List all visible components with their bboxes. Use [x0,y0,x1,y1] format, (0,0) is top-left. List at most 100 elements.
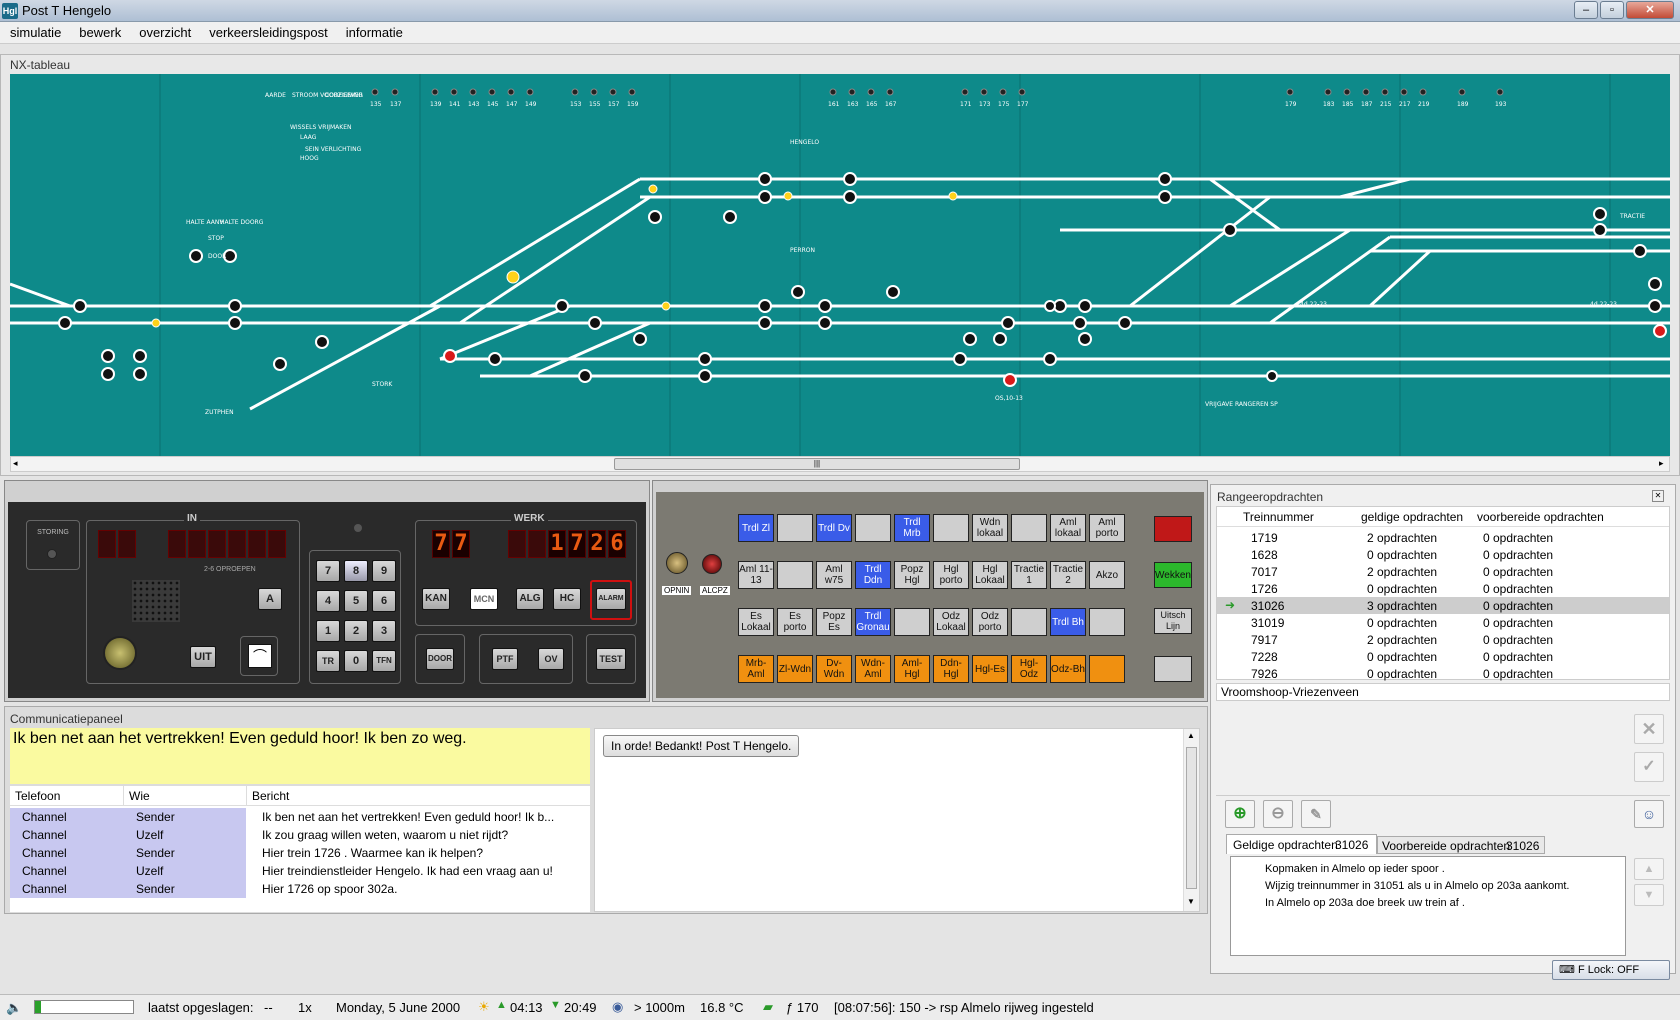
track-button[interactable]: Trdl Gronau [855,608,891,636]
track-button[interactable]: Trdl Ddn [855,561,891,589]
rangeer-row[interactable]: 31019 0 opdrachten 0 opdrachten [1217,614,1669,631]
menu-informatie[interactable]: informatie [336,22,411,40]
reject-x-icon[interactable]: ✕ [1634,714,1664,744]
kan-button[interactable]: KAN [422,588,450,610]
test-button[interactable]: TEST [596,648,626,670]
accept-check-icon[interactable]: ✓ [1634,752,1664,782]
remove-order-icon[interactable]: ⊖ [1263,800,1293,828]
track-diagram[interactable]: HENGELO PERRON ZUTPHEN STORK HALTE AANV … [10,74,1670,456]
track-button[interactable] [894,608,930,636]
scroll-down-icon[interactable]: ▼ [1187,897,1195,906]
tab-voorbereide[interactable]: Voorbereide opdrachten 31026 [1377,836,1545,854]
wekken-button[interactable]: Wekken [1154,562,1192,588]
track-button[interactable] [777,514,813,542]
alcpz-lamp-icon[interactable] [702,554,722,574]
track-button[interactable]: Aml porto [1089,514,1125,542]
track-button[interactable]: Odz Lokaal [933,608,969,636]
speaker-icon[interactable]: 🔈 [6,1000,22,1016]
rangeer-row[interactable]: 7017 2 opdrachten 0 opdrachten [1217,563,1669,580]
comm-row[interactable]: Channel Sender Hier trein 1726 . Waarmee k… [10,844,590,862]
menu-verkeersleidingspost[interactable]: verkeersleidingspost [199,22,336,40]
col-voorbereide[interactable]: voorbereide opdrachten [1477,510,1604,524]
ov-button[interactable]: OV [538,648,564,670]
track-button[interactable]: Akzo [1089,561,1125,589]
edit-order-icon[interactable]: ✎ [1301,800,1331,828]
col-treinnummer[interactable]: Treinnummer [1243,510,1314,524]
reply-button[interactable]: In orde! Bedankt! Post T Hengelo. [603,735,800,757]
order-item[interactable]: In Almelo op 203a doe breek uw trein af … [1265,897,1465,909]
rangeer-close-icon[interactable]: ✕ [1652,490,1664,502]
reply-scrollbar[interactable]: ▲ ▼ [1183,729,1199,911]
hc-button[interactable]: HC [553,588,581,610]
rangeer-row[interactable]: 1726 0 opdrachten 0 opdrachten [1217,580,1669,597]
scroll-thumb[interactable]: ||| [614,458,1020,470]
track-button[interactable]: Trdl Zl [738,514,774,542]
door-button[interactable]: DOOR [426,648,454,670]
rangeer-row[interactable]: 1719 2 opdrachten 0 opdrachten [1217,529,1669,546]
comm-row[interactable]: Channel Sender Hier 1726 op spoor 302a. [10,880,590,898]
track-button[interactable]: Hgl-Es [972,655,1008,683]
sim-speed[interactable]: 1x [298,1000,312,1015]
menu-simulatie[interactable]: simulatie [0,22,69,40]
scroll-right-icon[interactable]: ▸ [1659,458,1664,469]
flock-button[interactable]: ⌨ F Lock: OFF [1552,960,1670,980]
track-button[interactable]: Zl-Wdn [777,655,813,683]
alarm-button[interactable]: ALARM [596,588,626,610]
comm-row[interactable]: Channel Uzelf Ik zou graag willen weten, w… [10,826,590,844]
rangeer-row[interactable]: 7917 2 opdrachten 0 opdrachten [1217,631,1669,648]
col-wie[interactable]: Wie [129,789,150,803]
scroll-left-icon[interactable]: ◂ [13,458,18,469]
move-down-icon[interactable]: ▼ [1634,884,1664,906]
track-button[interactable]: Ddn-Hgl [933,655,969,683]
track-button[interactable] [1011,608,1047,636]
tab-geldige[interactable]: Geldige opdrachten 31026 [1226,834,1377,854]
track-button[interactable]: Mrb-Aml [738,655,774,683]
track-button[interactable]: Aml 11-13 [738,561,774,589]
col-bericht[interactable]: Bericht [252,789,289,803]
key-1[interactable]: 1 [316,620,340,642]
key-0[interactable]: 0 [344,650,368,672]
track-button[interactable]: Aml lokaal [1050,514,1086,542]
key-3[interactable]: 3 [372,620,396,642]
track-button[interactable] [855,514,891,542]
comm-row[interactable]: Channel Uzelf Hier treindienstleider Henge… [10,862,590,880]
track-button[interactable]: Wdn-Aml [855,655,891,683]
order-item[interactable]: Wijzig treinnummer in 31051 als u in Alm… [1265,880,1570,892]
track-button[interactable]: Tractie 1 [1011,561,1047,589]
track-button[interactable]: Hgl porto [933,561,969,589]
track-button[interactable]: Aml-Hgl [894,655,930,683]
col-telefoon[interactable]: Telefoon [15,789,60,803]
track-button[interactable]: Hgl Lokaal [972,561,1008,589]
track-button[interactable] [777,561,813,589]
alg-button[interactable]: ALG [516,588,544,610]
col-geldige[interactable]: geldige opdrachten [1361,510,1463,524]
track-button[interactable]: Es porto [777,608,813,636]
key-2[interactable]: 2 [344,620,368,642]
rangeer-row[interactable]: 1628 0 opdrachten 0 opdrachten [1217,546,1669,563]
rangeer-row[interactable]: 7926 0 opdrachten 0 opdrachten [1217,665,1669,682]
uitsch-lijn-button[interactable]: Uitsch Lijn [1154,608,1192,634]
mcn-button[interactable]: MCN [470,588,498,610]
volume-knob-icon[interactable] [103,636,137,670]
uit-button[interactable]: UIT [190,646,216,668]
key-5[interactable]: 5 [344,590,368,612]
order-item[interactable]: Kopmaken in Almelo op ieder spoor . [1265,863,1445,875]
track-button[interactable] [1011,514,1047,542]
rangeer-row[interactable]: 7228 0 opdrachten 0 opdrachten [1217,648,1669,665]
ptf-button[interactable]: PTF [492,648,518,670]
move-up-icon[interactable]: ▲ [1634,858,1664,880]
blank-button[interactable] [1154,656,1192,682]
key-6[interactable]: 6 [372,590,396,612]
minimize-icon[interactable]: – [1574,1,1598,19]
hangup-button-icon[interactable]: ⌒ [248,644,272,668]
track-button[interactable]: Trdl Bh [1050,608,1086,636]
track-button[interactable]: Wdn lokaal [972,514,1008,542]
track-button[interactable] [1089,655,1125,683]
track-button[interactable]: Tractie 2 [1050,561,1086,589]
comm-row[interactable]: Channel Sender Ik ben net aan het vertrekk… [10,808,590,826]
track-button[interactable]: Odz porto [972,608,1008,636]
menu-bewerk[interactable]: bewerk [69,22,129,40]
rangeer-row[interactable]: ➜ 31026 3 opdrachten 0 opdrachten [1217,597,1669,614]
key-7[interactable]: 7 [316,560,340,582]
key-tr[interactable]: TR [316,650,340,672]
